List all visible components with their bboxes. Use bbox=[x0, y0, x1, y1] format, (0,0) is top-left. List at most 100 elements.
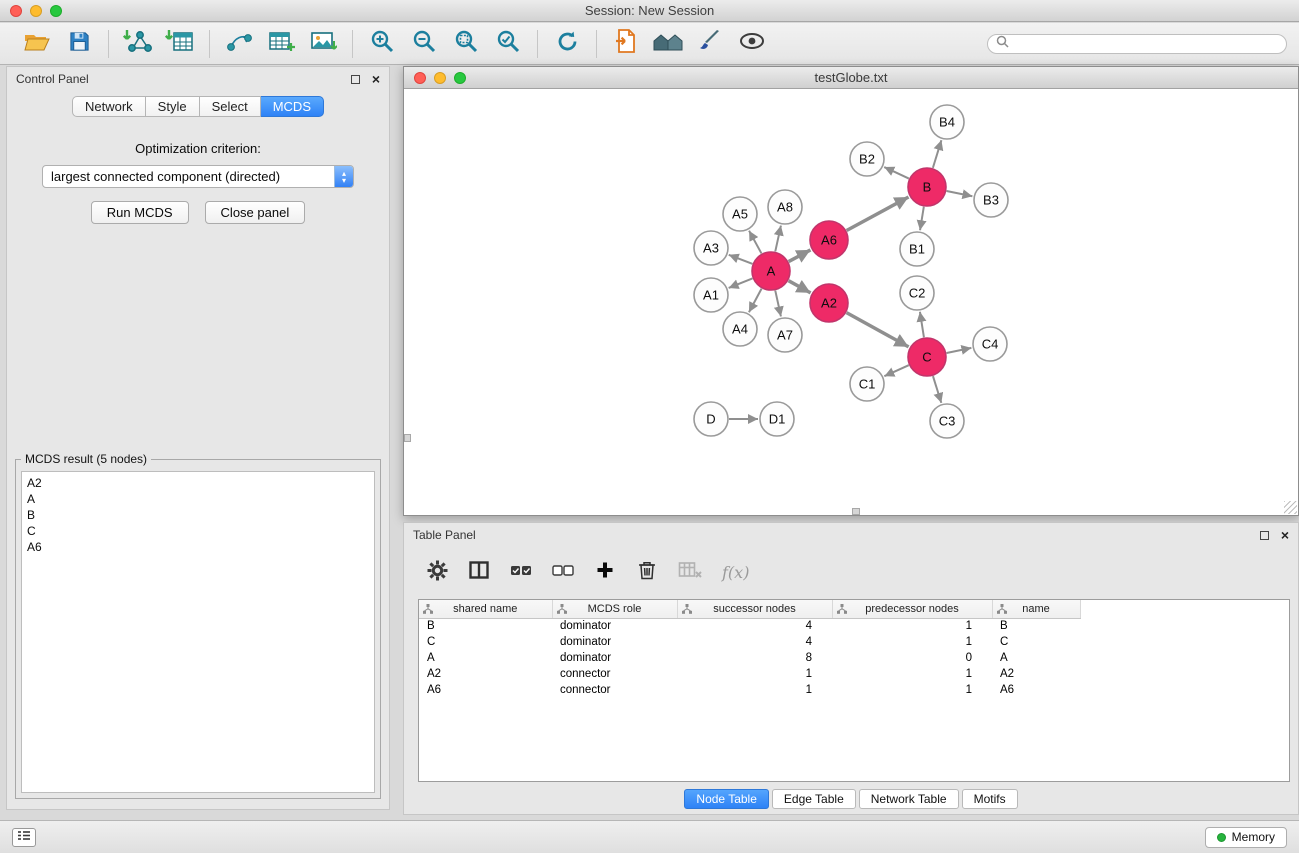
save-session-button[interactable] bbox=[62, 28, 96, 60]
node-B4[interactable]: B4 bbox=[930, 105, 964, 139]
resize-handle[interactable] bbox=[1284, 501, 1297, 514]
zoom-selected-button[interactable] bbox=[491, 28, 525, 60]
column-header-successor-nodes[interactable]: successor nodes bbox=[677, 600, 832, 618]
node-A1[interactable]: A1 bbox=[694, 278, 728, 312]
column-header-name[interactable]: name bbox=[992, 600, 1080, 618]
ndex-home-button[interactable] bbox=[651, 28, 685, 60]
node-B2[interactable]: B2 bbox=[850, 142, 884, 176]
open-session-button[interactable] bbox=[20, 28, 54, 60]
mcds-result-item[interactable]: A bbox=[27, 491, 369, 507]
edge-C-C1[interactable] bbox=[884, 365, 908, 376]
control-tab-mcds[interactable]: MCDS bbox=[261, 96, 324, 117]
node-D1[interactable]: D1 bbox=[760, 402, 794, 436]
node-A4[interactable]: A4 bbox=[723, 312, 757, 346]
zoom-window-button[interactable] bbox=[50, 5, 62, 17]
scrollbar-nub[interactable] bbox=[404, 434, 411, 442]
table-row[interactable]: A6connector11A6 bbox=[419, 682, 1080, 698]
new-network-button[interactable] bbox=[222, 28, 256, 60]
node-A6[interactable]: A6 bbox=[810, 221, 848, 259]
add-row-button[interactable] bbox=[594, 560, 616, 586]
import-table-button[interactable] bbox=[163, 28, 197, 60]
run-mcds-button[interactable]: Run MCDS bbox=[91, 201, 189, 224]
select-all-button[interactable] bbox=[510, 560, 532, 586]
scrollbar-nub[interactable] bbox=[852, 508, 860, 515]
node-A7[interactable]: A7 bbox=[768, 318, 802, 352]
node-A8[interactable]: A8 bbox=[768, 190, 802, 224]
node-C[interactable]: C bbox=[908, 338, 946, 376]
edge-B-B1[interactable] bbox=[920, 207, 924, 230]
network-canvas[interactable]: B4B2BB3A5A8A6A3B1AC2A1A2A4A7C4CC1C3DD1 bbox=[404, 90, 1298, 515]
show-panels-button[interactable] bbox=[12, 828, 36, 847]
table-tab-node-table[interactable]: Node Table bbox=[684, 789, 769, 809]
table-settings-button[interactable] bbox=[426, 560, 448, 586]
minimize-window-button[interactable] bbox=[30, 5, 42, 17]
function-builder-button[interactable]: f(x) bbox=[722, 560, 749, 586]
network-window-titlebar[interactable]: testGlobe.txt bbox=[404, 67, 1298, 89]
style-brush-button[interactable] bbox=[693, 28, 727, 60]
minimize-network-window-button[interactable] bbox=[434, 72, 446, 84]
show-graphics-details-button[interactable] bbox=[735, 28, 769, 60]
edge-C-C2[interactable] bbox=[920, 312, 924, 337]
edge-B-B2[interactable] bbox=[884, 167, 909, 179]
optimization-criterion-dropdown[interactable]: largest connected component (directed) ▴… bbox=[42, 165, 354, 188]
column-header-shared-name[interactable]: shared name bbox=[419, 600, 552, 618]
edge-C-C4[interactable] bbox=[947, 348, 972, 353]
edge-A2-C[interactable] bbox=[847, 313, 909, 347]
close-network-window-button[interactable] bbox=[414, 72, 426, 84]
float-panel-icon[interactable] bbox=[351, 75, 360, 84]
show-columns-button[interactable] bbox=[468, 560, 490, 586]
table-row[interactable]: A2connector11A2 bbox=[419, 666, 1080, 682]
table-tab-network-table[interactable]: Network Table bbox=[859, 789, 959, 809]
node-D[interactable]: D bbox=[694, 402, 728, 436]
edge-A-A7[interactable] bbox=[775, 291, 781, 317]
edge-B-B4[interactable] bbox=[933, 140, 942, 168]
new-table-button[interactable] bbox=[264, 28, 298, 60]
import-from-ndex-button[interactable] bbox=[609, 28, 643, 60]
column-header-mcds-role[interactable]: MCDS role bbox=[552, 600, 677, 618]
apply-layout-button[interactable] bbox=[550, 28, 584, 60]
mcds-result-list[interactable]: A2ABCA6 bbox=[21, 471, 375, 793]
edge-A-A2[interactable] bbox=[789, 281, 811, 293]
node-A2[interactable]: A2 bbox=[810, 284, 848, 322]
edge-A-A8[interactable] bbox=[775, 226, 781, 252]
mcds-result-item[interactable]: B bbox=[27, 507, 369, 523]
edge-B-B3[interactable] bbox=[947, 191, 973, 196]
close-panel-button[interactable]: Close panel bbox=[205, 201, 306, 224]
column-header-predecessor-nodes[interactable]: predecessor nodes bbox=[832, 600, 992, 618]
edge-A-A3[interactable] bbox=[729, 255, 753, 264]
edge-C-C3[interactable] bbox=[933, 376, 941, 403]
close-window-button[interactable] bbox=[10, 5, 22, 17]
memory-button[interactable]: Memory bbox=[1205, 827, 1287, 848]
control-tab-style[interactable]: Style bbox=[146, 96, 200, 117]
edge-A-A5[interactable] bbox=[749, 231, 761, 254]
mcds-result-item[interactable]: A6 bbox=[27, 539, 369, 555]
deselect-all-button[interactable] bbox=[552, 560, 574, 586]
zoom-network-window-button[interactable] bbox=[454, 72, 466, 84]
edge-A-A1[interactable] bbox=[729, 278, 753, 288]
edge-A-A4[interactable] bbox=[749, 289, 762, 313]
node-C2[interactable]: C2 bbox=[900, 276, 934, 310]
zoom-out-button[interactable] bbox=[407, 28, 441, 60]
table-row[interactable]: Cdominator41C bbox=[419, 634, 1080, 650]
delete-rows-button[interactable] bbox=[636, 560, 658, 586]
table-tab-motifs[interactable]: Motifs bbox=[962, 789, 1018, 809]
mcds-result-item[interactable]: C bbox=[27, 523, 369, 539]
delete-table-button[interactable] bbox=[678, 560, 702, 586]
zoom-in-button[interactable] bbox=[365, 28, 399, 60]
node-B[interactable]: B bbox=[908, 168, 946, 206]
table-row[interactable]: Bdominator41B bbox=[419, 618, 1080, 634]
search-box[interactable] bbox=[987, 34, 1287, 54]
edge-A6-B[interactable] bbox=[847, 197, 909, 230]
control-tab-network[interactable]: Network bbox=[72, 96, 146, 117]
table-tab-edge-table[interactable]: Edge Table bbox=[772, 789, 856, 809]
search-input[interactable] bbox=[1014, 37, 1278, 51]
zoom-fit-button[interactable] bbox=[449, 28, 483, 60]
node-A[interactable]: A bbox=[752, 252, 790, 290]
node-B3[interactable]: B3 bbox=[974, 183, 1008, 217]
close-table-panel-icon[interactable]: × bbox=[1281, 530, 1289, 540]
node-B1[interactable]: B1 bbox=[900, 232, 934, 266]
table-row[interactable]: Adominator80A bbox=[419, 650, 1080, 666]
close-panel-icon[interactable]: × bbox=[372, 74, 380, 84]
mcds-result-item[interactable]: A2 bbox=[27, 475, 369, 491]
float-table-panel-icon[interactable] bbox=[1260, 531, 1269, 540]
